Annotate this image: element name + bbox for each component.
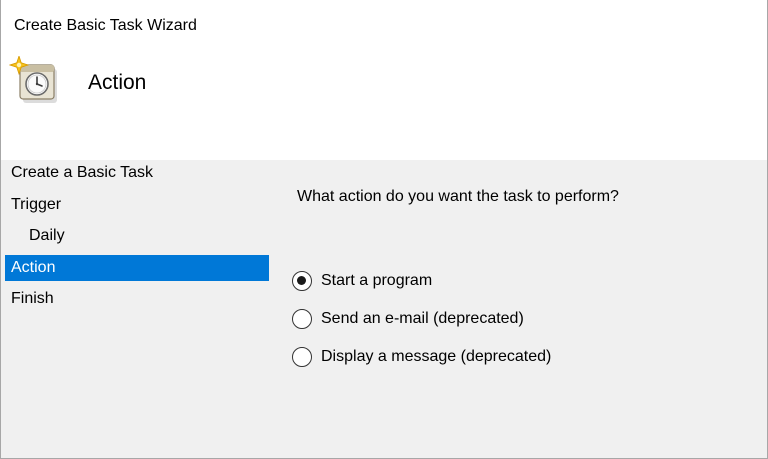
scheduled-task-clock-icon: [8, 54, 59, 104]
radio-button[interactable]: [292, 309, 312, 329]
option-label[interactable]: Send an e-mail (deprecated): [321, 309, 524, 329]
step-label: Action: [11, 258, 56, 276]
step-finish[interactable]: Finish: [5, 286, 269, 312]
step-label: Daily: [29, 227, 65, 244]
option-label[interactable]: Display a message (deprecated): [321, 347, 551, 367]
option-send-email[interactable]: Send an e-mail (deprecated): [292, 300, 551, 338]
wizard-window: Create Basic Task Wizard Action Create a…: [0, 0, 768, 459]
option-display-message[interactable]: Display a message (deprecated): [292, 338, 551, 376]
title-bar[interactable]: Create Basic Task Wizard: [1, 0, 767, 54]
step-label: Trigger: [11, 195, 62, 213]
step-label: Finish: [11, 290, 54, 307]
step-label: Create a Basic Task: [11, 164, 153, 181]
action-options: Start a program Send an e-mail (deprecat…: [292, 262, 551, 376]
step-daily[interactable]: Daily: [5, 223, 269, 249]
radio-button-checked[interactable]: [292, 271, 312, 291]
wizard-body: Create a Basic Task Trigger Daily Action…: [1, 160, 767, 458]
action-prompt: What action do you want the task to perf…: [297, 188, 619, 205]
step-action[interactable]: Action: [5, 254, 269, 281]
radio-button[interactable]: [292, 347, 312, 367]
page-title: Action: [88, 71, 147, 94]
window-title: Create Basic Task Wizard: [14, 17, 197, 34]
step-trigger[interactable]: Trigger: [5, 192, 269, 218]
wizard-header: Action: [1, 54, 767, 160]
option-label[interactable]: Start a program: [321, 271, 432, 291]
wizard-steps-nav: Create a Basic Task Trigger Daily Action…: [5, 160, 269, 318]
option-start-program[interactable]: Start a program: [292, 262, 551, 300]
step-create-basic-task[interactable]: Create a Basic Task: [5, 160, 269, 186]
